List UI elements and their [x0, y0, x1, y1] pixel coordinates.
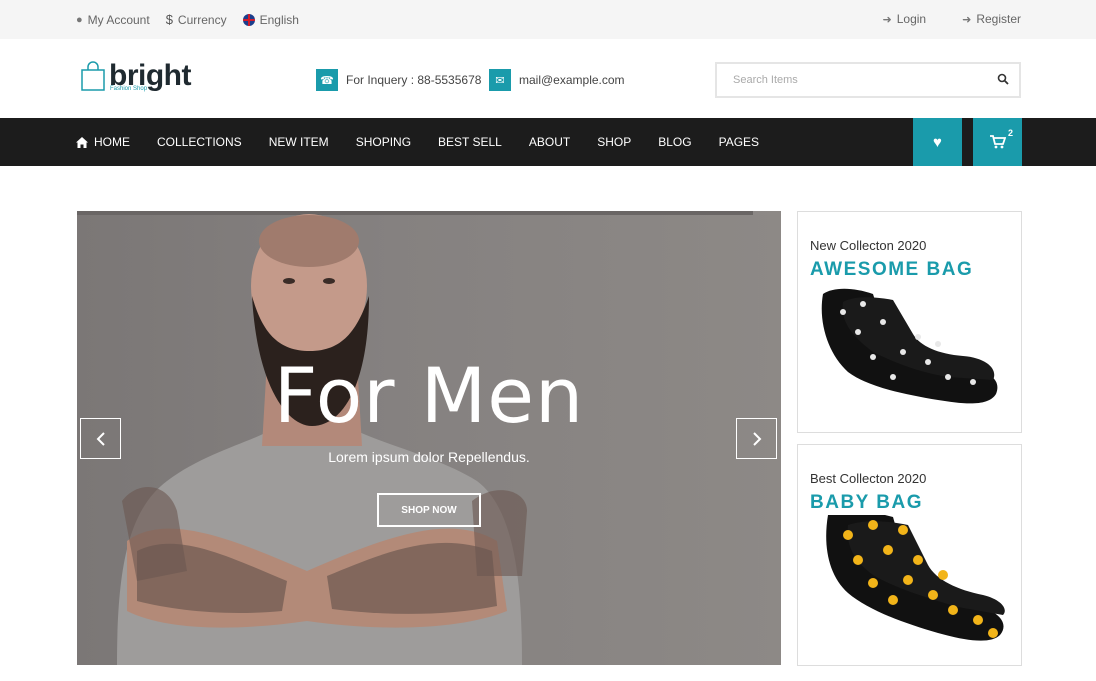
sign-in-icon: ➜: [882, 13, 892, 26]
nav-item-blog[interactable]: BLOG: [658, 135, 691, 149]
language-selector[interactable]: English: [242, 12, 299, 27]
promo-banner-awesome-bag[interactable]: New Collecton 2020 AWESOME BAG: [797, 211, 1022, 433]
my-account-link[interactable]: ● My Account: [76, 12, 150, 27]
nav-item-new-item[interactable]: NEW ITEM: [269, 135, 329, 149]
cart-count-badge: 2: [1007, 128, 1013, 138]
chevron-right-icon: [752, 431, 761, 446]
currency-label: Currency: [177, 12, 227, 27]
language-label: English: [259, 12, 299, 27]
inquiry-contact: ☎ For Inquery : 88-5535678: [316, 69, 481, 91]
wishlist-button[interactable]: ♥: [913, 118, 962, 166]
banner-subtitle: Best Collecton 2020: [810, 471, 927, 486]
sign-in-icon: ➜: [962, 13, 972, 26]
phone-icon: ☎: [316, 69, 338, 91]
hero-slider: For Men Lorem ipsum dolor Repellendus. S…: [77, 211, 781, 665]
main-nav: HOME COLLECTIONS NEW ITEM SHOPING BEST S…: [0, 118, 1096, 166]
inquiry-text: For Inquery : 88-5535678: [346, 73, 482, 87]
email-contact[interactable]: ✉ mail@example.com: [489, 69, 625, 91]
slider-prev-button[interactable]: [80, 418, 121, 459]
promo-banner-baby-bag[interactable]: Best Collecton 2020 BABY BAG: [797, 444, 1022, 666]
uk-flag-icon: [242, 13, 255, 26]
register-label: Register: [976, 12, 1021, 26]
top-bar: ● My Account $ Currency English ➜ Login …: [0, 0, 1096, 39]
nav-label: ABOUT: [528, 135, 571, 149]
nav-item-shoping[interactable]: SHOPING: [356, 135, 411, 149]
nav-item-about[interactable]: ABOUT: [529, 135, 570, 149]
banner-subtitle: New Collecton 2020: [810, 238, 927, 253]
site-header: bright Fashion Shop ☎ For Inquery : 88-5…: [0, 39, 1096, 118]
slide-title: For Men: [273, 351, 585, 440]
site-logo[interactable]: bright Fashion Shop: [80, 61, 191, 92]
shop-now-button[interactable]: SHOP NOW: [377, 493, 481, 527]
nav-label: SHOP: [597, 135, 632, 149]
nav-label: SHOPING: [355, 135, 412, 149]
envelope-icon: ✉: [489, 69, 511, 91]
my-account-label: My Account: [87, 12, 150, 27]
nav-item-pages[interactable]: PAGES: [719, 135, 759, 149]
banner-title: AWESOME BAG: [810, 259, 974, 280]
currency-selector[interactable]: $ Currency: [166, 12, 227, 27]
home-icon: [76, 136, 88, 148]
socks-image: [826, 515, 1005, 641]
nav-label: HOME: [94, 135, 130, 149]
email-text: mail@example.com: [519, 73, 625, 87]
login-label: Login: [896, 12, 927, 26]
nav-item-home[interactable]: HOME: [76, 135, 130, 149]
register-link[interactable]: ➜ Register: [962, 12, 1021, 26]
search-box: [715, 62, 1021, 98]
nav-label: COLLECTIONS: [157, 135, 242, 149]
socks-image: [821, 288, 998, 404]
logo-tagline: Fashion Shop: [110, 86, 148, 92]
nav-item-collections[interactable]: COLLECTIONS: [157, 135, 242, 149]
search-icon[interactable]: [997, 73, 1009, 85]
slide-subtitle: Lorem ipsum dolor Repellendus.: [328, 449, 530, 465]
slider-next-button[interactable]: [736, 418, 777, 459]
login-link[interactable]: ➜ Login: [883, 12, 927, 26]
cart-icon: [989, 135, 1006, 149]
banner-title: BABY BAG: [810, 492, 923, 513]
dollar-icon: $: [165, 12, 173, 27]
heart-icon: ♥: [933, 133, 942, 151]
user-icon: ●: [76, 13, 83, 26]
nav-label: NEW ITEM: [268, 135, 329, 149]
cart-button[interactable]: 2: [973, 118, 1022, 166]
nav-item-shop[interactable]: SHOP: [597, 135, 631, 149]
shopping-bag-logo-icon: [81, 61, 105, 91]
nav-label: BLOG: [658, 135, 692, 149]
search-input[interactable]: [717, 64, 977, 96]
nav-label: PAGES: [718, 135, 760, 149]
chevron-left-icon: [96, 431, 105, 446]
nav-item-best-sell[interactable]: BEST SELL: [438, 135, 502, 149]
nav-label: BEST SELL: [438, 135, 502, 149]
